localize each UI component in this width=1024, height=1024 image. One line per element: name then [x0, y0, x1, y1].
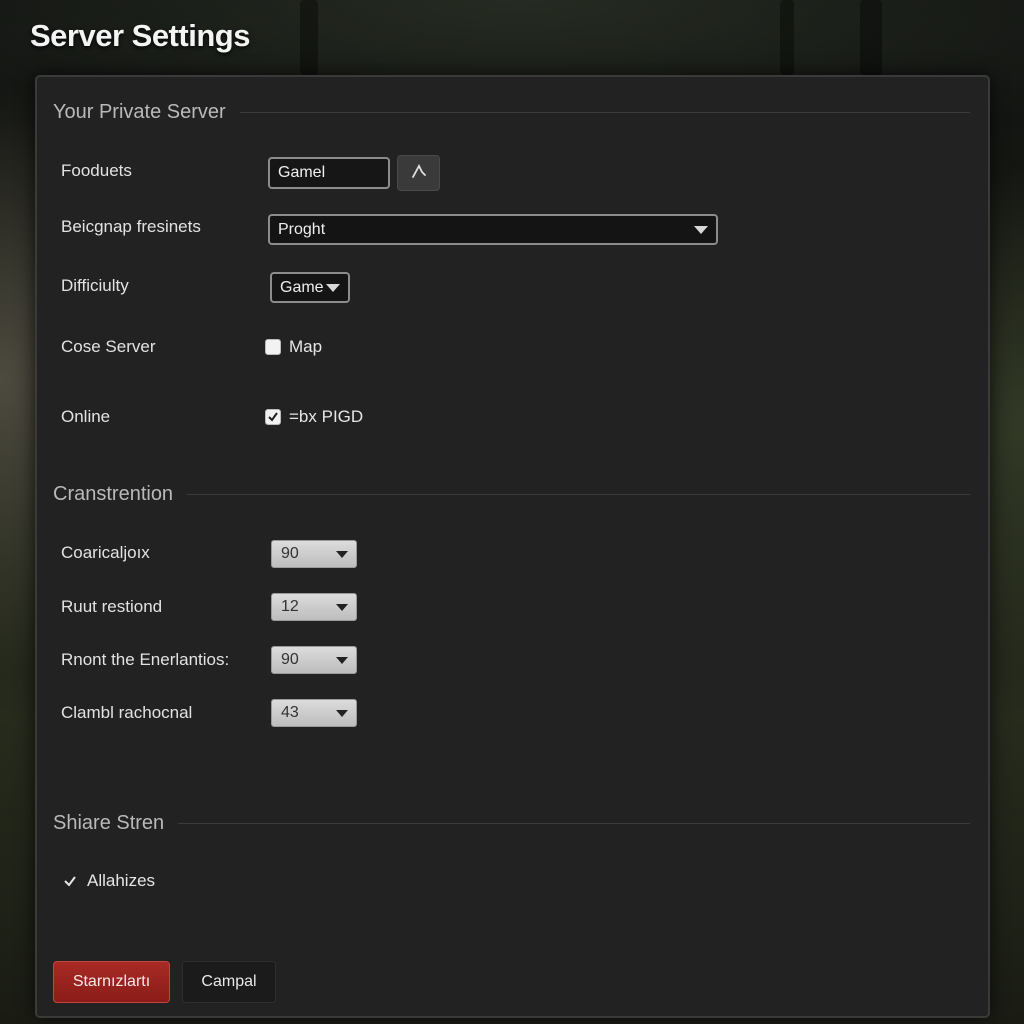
setting-select-value: 43 — [281, 704, 299, 721]
allahizes-label: Allahizes — [87, 871, 156, 890]
difficulty-label: Difficiulty — [61, 276, 129, 295]
background-tree — [860, 0, 882, 75]
difficulty-select[interactable]: Game — [270, 272, 350, 303]
allahizes-toggle[interactable]: Allahizes — [63, 871, 155, 891]
map-checkbox-row[interactable]: Map — [265, 337, 322, 357]
check-icon — [268, 412, 278, 422]
setting-row-label: Clambl rachocnal — [61, 703, 193, 722]
background-tree — [300, 0, 318, 75]
close-server-label: Cose Server — [61, 337, 156, 356]
section-title: Cranstrention — [53, 482, 174, 505]
online-checkbox-row[interactable]: =bx PIGD — [265, 407, 363, 427]
background-select-value: Proght — [278, 220, 326, 238]
check-icon — [64, 876, 76, 887]
setting-row-label: Ruut restiond — [61, 597, 163, 616]
products-label: Fooduets — [61, 161, 132, 180]
section-divider — [187, 493, 970, 495]
setting-select[interactable]: 43 — [271, 699, 357, 727]
setting-select-value: 12 — [281, 598, 299, 615]
chevron-down-icon — [336, 603, 348, 611]
section-header-share: Shiare Stren — [53, 808, 970, 838]
setting-select[interactable]: 90 — [271, 646, 357, 674]
online-label: Online — [61, 407, 111, 426]
primary-button[interactable]: Starnızlartı — [53, 961, 170, 1003]
section-title: Your Private Server — [53, 100, 226, 123]
setting-select[interactable]: 90 — [271, 540, 357, 568]
background-tree — [780, 0, 794, 75]
section-header-private-server: Your Private Server — [53, 97, 970, 127]
background-label: Beicgnap fresinets — [61, 217, 201, 236]
setting-row-label: Rnont the Enerlantios: — [61, 650, 230, 669]
online-checkbox[interactable] — [265, 409, 281, 425]
background-select[interactable]: Proght — [268, 214, 718, 245]
setting-select[interactable]: 12 — [271, 593, 357, 621]
chevron-down-icon — [336, 709, 348, 717]
online-checkbox-label: =bx PIGD — [289, 407, 364, 426]
difficulty-select-value: Game — [280, 278, 324, 296]
browse-button[interactable] — [397, 155, 440, 191]
section-header-construction: Cranstrention — [53, 479, 970, 509]
chevron-down-icon — [336, 550, 348, 558]
chevron-down-icon — [326, 283, 340, 292]
section-divider — [239, 111, 970, 113]
chevron-down-icon — [336, 656, 348, 664]
settings-panel: Your Private Server Fooduets Beicgnap fr… — [35, 75, 990, 1018]
section-title: Shiare Stren — [53, 811, 165, 834]
setting-select-value: 90 — [281, 545, 299, 562]
chevron-down-icon — [694, 225, 708, 234]
setting-row-label: Coaricaljoıx — [61, 543, 150, 562]
setting-select-value: 90 — [281, 651, 299, 668]
window-title: Server Settings — [30, 18, 250, 53]
map-checkbox[interactable] — [265, 339, 281, 355]
cancel-button[interactable]: Campal — [182, 961, 276, 1003]
products-input[interactable] — [268, 157, 390, 189]
pick-icon — [410, 162, 428, 184]
section-divider — [178, 822, 970, 824]
map-checkbox-label: Map — [289, 337, 323, 356]
